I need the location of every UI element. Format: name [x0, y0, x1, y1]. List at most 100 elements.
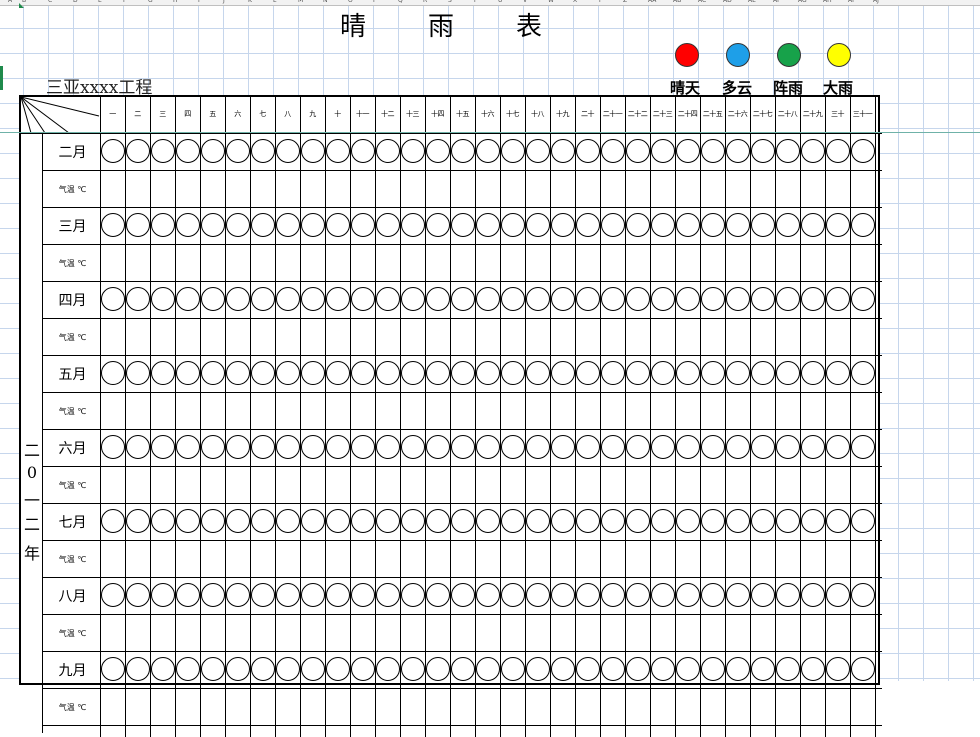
column-letter[interactable]: N [323, 0, 328, 4]
weather-circle[interactable] [651, 509, 675, 533]
weather-circle[interactable] [251, 361, 275, 385]
weather-circle[interactable] [701, 583, 725, 607]
month-label[interactable]: 九月 [45, 660, 100, 680]
temperature-label[interactable]: 气温 ℃ [45, 702, 100, 713]
weather-circle[interactable] [751, 287, 775, 311]
weather-circle[interactable] [226, 657, 250, 681]
weather-circle[interactable] [151, 213, 175, 237]
weather-circle[interactable] [451, 213, 475, 237]
weather-circle[interactable] [301, 361, 325, 385]
column-letter[interactable]: R [423, 0, 427, 4]
weather-circle[interactable] [126, 213, 150, 237]
column-letter[interactable]: T [473, 0, 477, 4]
weather-circle[interactable] [576, 213, 600, 237]
weather-circle[interactable] [251, 213, 275, 237]
weather-circle[interactable] [401, 213, 425, 237]
weather-circle[interactable] [326, 657, 350, 681]
weather-circle[interactable] [651, 361, 675, 385]
weather-circle[interactable] [826, 139, 850, 163]
weather-circle[interactable] [751, 583, 775, 607]
weather-circle[interactable] [726, 361, 750, 385]
weather-circle[interactable] [251, 657, 275, 681]
weather-circle[interactable] [426, 657, 450, 681]
weather-circle[interactable] [801, 657, 825, 681]
weather-circle[interactable] [501, 657, 525, 681]
weather-circle[interactable] [851, 287, 875, 311]
weather-circle[interactable] [526, 361, 550, 385]
weather-circle[interactable] [676, 435, 700, 459]
weather-circle[interactable] [301, 435, 325, 459]
weather-circle[interactable] [476, 509, 500, 533]
weather-circle[interactable] [801, 361, 825, 385]
weather-circle[interactable] [101, 435, 125, 459]
weather-circle[interactable] [301, 509, 325, 533]
weather-circle[interactable] [251, 287, 275, 311]
weather-circle[interactable] [126, 657, 150, 681]
column-letter[interactable]: P [373, 0, 377, 4]
weather-circle[interactable] [776, 287, 800, 311]
weather-circle[interactable] [576, 509, 600, 533]
weather-circle[interactable] [376, 509, 400, 533]
weather-circle[interactable] [751, 435, 775, 459]
weather-circle[interactable] [501, 139, 525, 163]
weather-circle[interactable] [601, 435, 625, 459]
weather-circle[interactable] [201, 583, 225, 607]
column-letter[interactable]: L [273, 0, 276, 4]
month-label[interactable]: 八月 [45, 586, 100, 606]
weather-circle[interactable] [101, 139, 125, 163]
weather-circle[interactable] [801, 435, 825, 459]
weather-circle[interactable] [526, 583, 550, 607]
weather-circle[interactable] [726, 287, 750, 311]
weather-circle[interactable] [751, 657, 775, 681]
temperature-label[interactable]: 气温 ℃ [45, 554, 100, 565]
weather-circle[interactable] [351, 509, 375, 533]
weather-circle[interactable] [501, 435, 525, 459]
weather-circle[interactable] [701, 435, 725, 459]
weather-circle[interactable] [726, 657, 750, 681]
weather-circle[interactable] [376, 435, 400, 459]
weather-circle[interactable] [851, 657, 875, 681]
weather-circle[interactable] [576, 435, 600, 459]
column-letter[interactable]: AH [823, 0, 832, 4]
weather-circle[interactable] [801, 583, 825, 607]
weather-circle[interactable] [751, 361, 775, 385]
weather-circle[interactable] [401, 583, 425, 607]
weather-circle[interactable] [326, 287, 350, 311]
weather-circle[interactable] [151, 287, 175, 311]
weather-circle[interactable] [151, 139, 175, 163]
weather-circle[interactable] [476, 139, 500, 163]
month-label[interactable]: 五月 [45, 364, 100, 384]
column-letter[interactable]: U [498, 0, 502, 4]
temperature-label[interactable]: 气温 ℃ [45, 628, 100, 639]
weather-circle[interactable] [451, 509, 475, 533]
weather-circle[interactable] [826, 213, 850, 237]
weather-circle[interactable] [601, 509, 625, 533]
weather-circle[interactable] [701, 213, 725, 237]
weather-circle[interactable] [151, 583, 175, 607]
column-letter[interactable]: A [8, 0, 12, 4]
weather-circle[interactable] [751, 139, 775, 163]
column-letter[interactable]: V [523, 0, 527, 4]
weather-circle[interactable] [801, 213, 825, 237]
weather-circle[interactable] [201, 139, 225, 163]
weather-circle[interactable] [176, 583, 200, 607]
weather-circle[interactable] [401, 435, 425, 459]
weather-circle[interactable] [476, 213, 500, 237]
weather-circle[interactable] [276, 509, 300, 533]
weather-circle[interactable] [476, 287, 500, 311]
weather-circle[interactable] [101, 657, 125, 681]
weather-circle[interactable] [101, 361, 125, 385]
weather-circle[interactable] [551, 657, 575, 681]
month-label[interactable]: 四月 [45, 290, 100, 310]
weather-circle[interactable] [451, 287, 475, 311]
weather-circle[interactable] [201, 213, 225, 237]
weather-circle[interactable] [276, 361, 300, 385]
weather-circle[interactable] [326, 361, 350, 385]
weather-circle[interactable] [551, 213, 575, 237]
column-letter[interactable]: O [348, 0, 353, 4]
weather-circle[interactable] [351, 287, 375, 311]
weather-circle[interactable] [126, 139, 150, 163]
weather-circle[interactable] [851, 509, 875, 533]
weather-circle[interactable] [351, 583, 375, 607]
weather-circle[interactable] [426, 287, 450, 311]
